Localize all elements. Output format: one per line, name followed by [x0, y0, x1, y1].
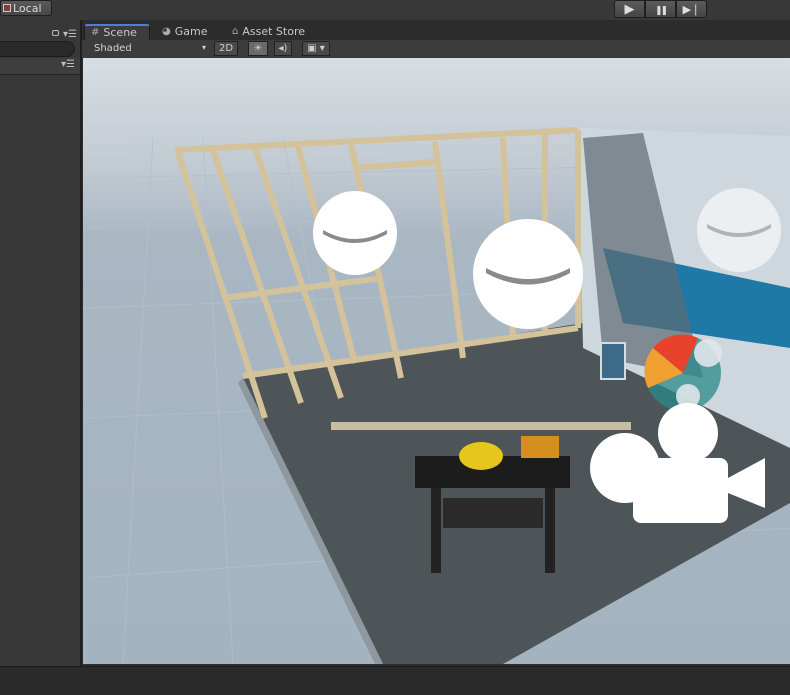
play-icon: ▶	[624, 2, 635, 17]
sun-icon: ☀	[253, 43, 263, 54]
tab-game[interactable]: ◕ Game	[162, 24, 207, 40]
pause-button[interactable]: ❚❚	[645, 0, 676, 18]
image-icon: ▣ ▾	[307, 43, 325, 54]
shading-mode-value: Shaded	[94, 43, 132, 54]
mode-2d-button[interactable]: 2D	[214, 41, 238, 56]
create-menu-icon[interactable]: ▾☰	[61, 59, 75, 70]
light-gizmo-icon	[473, 219, 583, 329]
cube-icon	[3, 4, 11, 12]
speaker-icon: ◂)	[278, 43, 288, 54]
tab-scene[interactable]: # Scene	[84, 24, 150, 40]
audio-toggle-button[interactable]: ◂)	[274, 41, 292, 56]
mode-2d-label: 2D	[218, 43, 234, 54]
pause-icon: ❚❚	[654, 6, 668, 16]
create-row: ▾☰	[0, 58, 80, 75]
main-toolbar: Local ▶ ❚❚ ▶❘	[0, 0, 790, 20]
step-button[interactable]: ▶❘	[676, 0, 707, 18]
tab-asset-store[interactable]: ⌂ Asset Store	[232, 24, 305, 40]
paint-can	[600, 342, 626, 380]
game-pacman-icon: ◕	[162, 26, 171, 37]
scene-grid-icon: #	[91, 27, 100, 38]
chevron-down-icon: ▾	[201, 43, 206, 52]
scene-viewport[interactable]	[83, 58, 790, 664]
scene-toolbar: Shaded ▾ 2D ☀ ◂) ▣ ▾	[82, 40, 790, 59]
step-icon: ▶❘	[682, 3, 701, 16]
lighting-toggle-button[interactable]: ☀	[248, 41, 268, 56]
tab-asset-store-label: Asset Store	[242, 25, 305, 38]
playback-controls: ▶ ❚❚ ▶❘	[614, 0, 707, 18]
status-bar	[0, 666, 790, 695]
shading-mode-dropdown[interactable]: Shaded ▾	[94, 43, 206, 54]
view-tabs: # Scene ◕ Game ⌂ Asset Store	[82, 20, 790, 40]
light-gizmo-icon	[697, 188, 781, 272]
lock-icon[interactable]	[52, 30, 59, 36]
hierarchy-panel: ▾☰ ▾☰	[0, 20, 82, 666]
tab-game-label: Game	[174, 25, 208, 38]
search-input[interactable]	[0, 41, 75, 57]
scene-render	[83, 127, 790, 664]
effects-toggle-button[interactable]: ▣ ▾	[302, 41, 330, 56]
light-gizmo-icon	[313, 191, 397, 275]
panel-menu-icon[interactable]: ▾☰	[63, 29, 77, 40]
asset-store-bag-icon: ⌂	[232, 26, 239, 37]
pivot-rotation-button[interactable]: Local	[0, 0, 52, 16]
tab-scene-label: Scene	[103, 26, 137, 39]
pivot-rotation-label: Local	[13, 2, 42, 15]
play-button[interactable]: ▶	[614, 0, 645, 18]
